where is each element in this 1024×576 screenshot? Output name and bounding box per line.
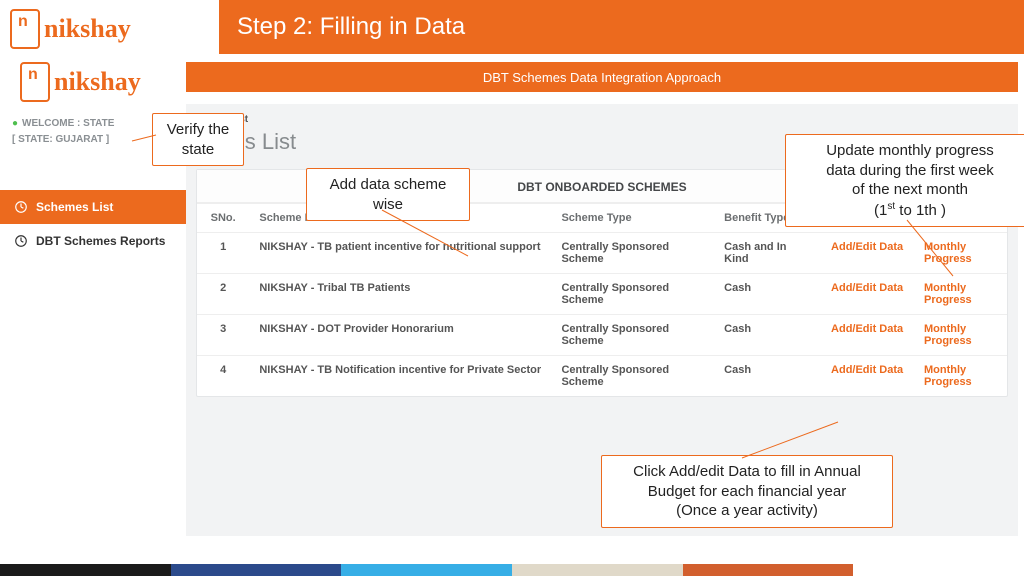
table-row: 2NIKSHAY - Tribal TB PatientsCentrally S… <box>197 274 1007 315</box>
dashboard-icon <box>14 200 28 214</box>
logo-side: nikshay <box>20 62 165 102</box>
callout-verify-state: Verify the state <box>152 113 244 166</box>
cell-sno: 3 <box>197 315 249 356</box>
pointer-icon <box>130 133 156 143</box>
monthly-progress-link[interactable]: Monthly Progress <box>924 364 997 388</box>
sidebar: Schemes List DBT Schemes Reports <box>0 190 186 258</box>
logo-text: nikshay <box>44 14 131 44</box>
add-edit-data-link[interactable]: Add/Edit Data <box>831 282 903 294</box>
col-type: Scheme Type <box>551 204 714 233</box>
state-label: [ STATE: GUJARAT ] <box>12 134 109 145</box>
cell-type: Centrally Sponsored Scheme <box>551 356 714 397</box>
cell-benefit: Cash <box>714 274 821 315</box>
cell-type: Centrally Sponsored Scheme <box>551 233 714 274</box>
add-edit-data-link[interactable]: Add/Edit Data <box>831 241 903 253</box>
phone-icon <box>20 62 50 102</box>
sidebar-item-label: DBT Schemes Reports <box>36 234 165 248</box>
table-row: 3NIKSHAY - DOT Provider HonorariumCentra… <box>197 315 1007 356</box>
cell-name: NIKSHAY - TB Notification incentive for … <box>249 356 551 397</box>
callout-annual-budget: Click Add/edit Data to fill in Annual Bu… <box>601 455 893 528</box>
cell-sno: 2 <box>197 274 249 315</box>
step-title: Step 2: Filling in Data <box>237 13 465 41</box>
welcome-label: ●WELCOME : STATE <box>12 118 114 129</box>
table-row: 4NIKSHAY - TB Notification incentive for… <box>197 356 1007 397</box>
col-sno: SNo. <box>197 204 249 233</box>
pointer-icon <box>740 420 840 460</box>
cell-sno: 1 <box>197 233 249 274</box>
cell-type: Centrally Sponsored Scheme <box>551 315 714 356</box>
cell-type: Centrally Sponsored Scheme <box>551 274 714 315</box>
cell-benefit: Cash <box>714 315 821 356</box>
cell-benefit: Cash and In Kind <box>714 233 821 274</box>
step-banner: Step 2: Filling in Data <box>219 0 1024 54</box>
cell-name: NIKSHAY - Tribal TB Patients <box>249 274 551 315</box>
sub-banner: DBT Schemes Data Integration Approach <box>186 62 1018 92</box>
status-dot-icon: ● <box>12 118 18 129</box>
dashboard-icon <box>14 234 28 248</box>
add-edit-data-link[interactable]: Add/Edit Data <box>831 323 903 335</box>
table-row: 1NIKSHAY - TB patient incentive for nutr… <box>197 233 1007 274</box>
pointer-icon <box>380 208 470 258</box>
add-edit-data-link[interactable]: Add/Edit Data <box>831 364 903 376</box>
bottom-color-bar <box>0 564 1024 576</box>
phone-icon <box>10 9 40 49</box>
cell-benefit: Cash <box>714 356 821 397</box>
breadcrumb: emes List <box>202 114 1008 125</box>
logo-text: nikshay <box>54 67 141 97</box>
cell-sno: 4 <box>197 356 249 397</box>
sidebar-item-label: Schemes List <box>36 200 113 214</box>
callout-monthly-progress: Update monthly progress data during the … <box>785 134 1024 227</box>
logo-top: nikshay <box>10 6 165 52</box>
pointer-icon <box>905 218 955 278</box>
cell-name: NIKSHAY - DOT Provider Honorarium <box>249 315 551 356</box>
sub-banner-title: DBT Schemes Data Integration Approach <box>483 70 721 85</box>
sidebar-item-schemes-list[interactable]: Schemes List <box>0 190 186 224</box>
monthly-progress-link[interactable]: Monthly Progress <box>924 282 997 306</box>
sidebar-item-dbt-reports[interactable]: DBT Schemes Reports <box>0 224 186 258</box>
schemes-table: SNo. Scheme Name Scheme Type Benefit Typ… <box>197 203 1007 396</box>
monthly-progress-link[interactable]: Monthly Progress <box>924 323 997 347</box>
